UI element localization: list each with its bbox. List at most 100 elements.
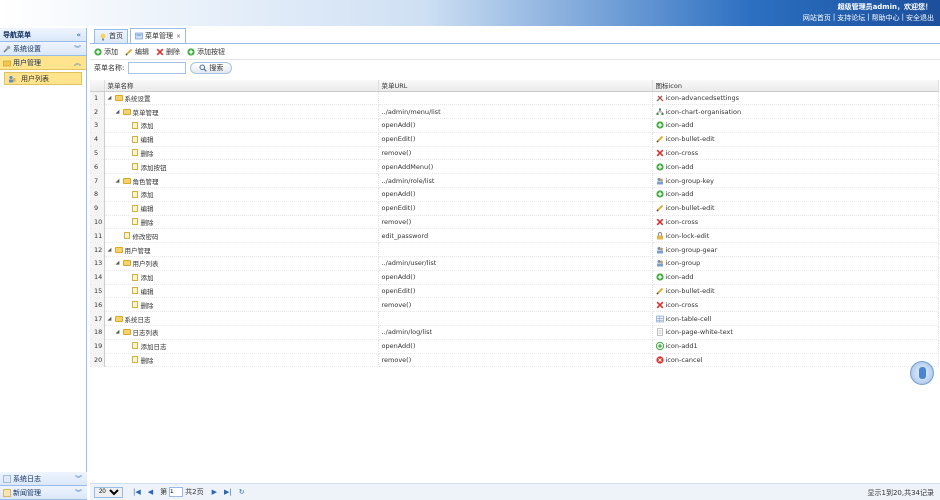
menu-name-cell[interactable]: ◢ 角色管理 (104, 173, 379, 189)
menu-name-cell[interactable]: 编辑 (104, 201, 379, 216)
menu-icon-cell[interactable]: icon-add (652, 187, 939, 202)
menu-icon-cell[interactable]: icon-group-key (652, 173, 939, 189)
table-row[interactable]: 12 ◢ 用户管理 icon-group-gear (90, 242, 939, 258)
first-page-icon[interactable]: |◀ (133, 488, 141, 496)
edit-button[interactable]: 编辑 (125, 47, 149, 57)
menu-name-cell[interactable]: 添加 (104, 118, 379, 133)
delete-button[interactable]: 删除 (156, 47, 180, 57)
table-row[interactable]: 9 编辑 openEdit() icon-bullet-edit (90, 201, 939, 216)
menu-url-cell[interactable]: openAdd() (378, 187, 653, 202)
table-row[interactable]: 11 修改密码 edit_password icon-lock-edit (90, 228, 939, 244)
menu-name-cell[interactable]: ◢ 系统日志 (104, 311, 379, 327)
menu-name-cell[interactable]: 删除 (104, 215, 379, 230)
table-row[interactable]: 2 ◢ 菜单管理 ../admin/menu/list icon-chart-organ… (90, 104, 939, 120)
menu-icon-cell[interactable]: icon-cross (652, 297, 939, 313)
prev-page-icon[interactable]: ◀ (148, 488, 153, 496)
menu-url-cell[interactable] (378, 91, 653, 106)
menu-icon-cell[interactable]: icon-advancedsettings (652, 91, 939, 106)
table-row[interactable]: 20 删除 remove() icon-cancel (90, 353, 939, 368)
menu-url-cell[interactable]: remove() (378, 215, 653, 230)
menu-url-cell[interactable]: remove() (378, 353, 653, 368)
sidebar-item-system-settings[interactable]: 系统设置 ︾ (0, 42, 86, 56)
menu-name-cell[interactable]: 删除 (104, 297, 379, 313)
table-row[interactable]: 16 删除 remove() icon-cross (90, 297, 939, 313)
table-row[interactable]: 18 ◢ 日志列表 ../admin/log/list icon-page-white-… (90, 325, 939, 340)
next-page-icon[interactable]: ▶ (212, 488, 217, 496)
search-button[interactable]: 搜索 (190, 62, 233, 74)
menu-name-input[interactable] (128, 62, 187, 74)
menu-url-cell[interactable]: openAdd() (378, 118, 653, 133)
menu-url-cell[interactable]: remove() (378, 297, 653, 313)
menu-url-cell[interactable]: ../admin/menu/list (378, 104, 653, 120)
menu-name-cell[interactable]: 添加 (104, 270, 379, 285)
expand-arrow-icon[interactable]: ◢ (108, 247, 115, 253)
collapse-icon[interactable]: « (76, 28, 81, 42)
last-page-icon[interactable]: ▶| (224, 488, 232, 496)
page-number-input[interactable] (169, 487, 184, 497)
menu-icon-cell[interactable]: icon-bullet-edit (652, 284, 939, 299)
menu-icon-cell[interactable]: icon-bullet-edit (652, 201, 939, 216)
table-row[interactable]: 5 删除 remove() icon-cross (90, 146, 939, 161)
menu-icon-cell[interactable]: icon-cross (652, 146, 939, 161)
tab-home[interactable]: 首页 (94, 29, 128, 43)
menu-icon-cell[interactable]: icon-lock-edit (652, 228, 939, 244)
menu-name-cell[interactable]: 添加 (104, 187, 379, 202)
menu-name-cell[interactable]: 删除 (104, 353, 379, 368)
menu-icon-cell[interactable]: icon-table-cell (652, 311, 939, 327)
sidebar-subitem-user-list[interactable]: 用户列表 (4, 72, 82, 85)
column-header-icon[interactable]: 图标icon (652, 80, 939, 92)
floating-helper-button[interactable] (910, 361, 934, 385)
column-header-url[interactable]: 菜单URL (378, 80, 653, 92)
menu-url-cell[interactable]: ../admin/log/list (378, 325, 653, 340)
menu-icon-cell[interactable]: icon-chart-organisation (652, 104, 939, 120)
menu-icon-cell[interactable]: icon-bullet-edit (652, 132, 939, 147)
menu-icon-cell[interactable]: icon-group-gear (652, 242, 939, 258)
menu-url-cell[interactable]: openEdit() (378, 201, 653, 216)
expand-arrow-icon[interactable]: ◢ (116, 109, 123, 115)
menu-icon-cell[interactable]: icon-cancel (652, 353, 939, 368)
menu-url-cell[interactable]: remove() (378, 146, 653, 161)
table-row[interactable]: 10 删除 remove() icon-cross (90, 215, 939, 230)
menu-url-cell[interactable]: openAdd() (378, 270, 653, 285)
table-row[interactable]: 13 ◢ 用户列表 ../admin/user/list icon-group (90, 256, 939, 271)
sidebar-item-system-log[interactable]: 系统日志 ︾ (0, 472, 87, 486)
add-menu-button[interactable]: 添加按钮 (187, 47, 225, 57)
menu-name-cell[interactable]: ◢ 菜单管理 (104, 104, 379, 120)
menu-name-cell[interactable]: 修改密码 (104, 228, 379, 244)
menu-name-cell[interactable]: ◢ 用户管理 (104, 242, 379, 258)
menu-name-cell[interactable]: 添加日志 (104, 339, 379, 354)
menu-name-cell[interactable]: 添加按钮 (104, 159, 379, 175)
menu-icon-cell[interactable]: icon-add (652, 118, 939, 133)
menu-icon-cell[interactable]: icon-cross (652, 215, 939, 230)
menu-url-cell[interactable] (378, 311, 653, 327)
refresh-icon[interactable]: ↻ (239, 488, 245, 496)
column-header-name[interactable]: 菜单名称 (104, 80, 379, 92)
table-row[interactable]: 15 编辑 openEdit() icon-bullet-edit (90, 284, 939, 299)
menu-url-cell[interactable]: ../admin/user/list (378, 256, 653, 271)
menu-url-cell[interactable]: openEdit() (378, 284, 653, 299)
menu-name-cell[interactable]: ◢ 日志列表 (104, 325, 379, 340)
expand-arrow-icon[interactable]: ◢ (108, 316, 115, 322)
menu-name-cell[interactable]: 删除 (104, 146, 379, 161)
menu-url-cell[interactable] (378, 242, 653, 258)
table-row[interactable]: 1 ◢ 系统设置 icon-advancedsettings (90, 91, 939, 106)
expand-arrow-icon[interactable]: ◢ (108, 95, 115, 101)
page-size-select[interactable]: 20 (94, 486, 123, 498)
tab-menu-management[interactable]: 菜单管理 × (130, 28, 187, 43)
close-icon[interactable]: × (176, 30, 181, 43)
table-row[interactable]: 4 编辑 openEdit() icon-bullet-edit (90, 132, 939, 147)
add-button[interactable]: 添加 (94, 47, 118, 57)
menu-icon-cell[interactable]: icon-page-white-text (652, 325, 939, 340)
menu-url-cell[interactable]: openAdd() (378, 339, 653, 354)
expand-arrow-icon[interactable]: ◢ (116, 178, 123, 184)
top-link[interactable]: 网站首页 (803, 13, 831, 23)
menu-name-cell[interactable]: 编辑 (104, 284, 379, 299)
expand-arrow-icon[interactable]: ◢ (116, 260, 123, 266)
sidebar-item-user-management[interactable]: 用户管理 ︽ (0, 56, 86, 70)
table-row[interactable]: 17 ◢ 系统日志 icon-table-cell (90, 311, 939, 327)
top-link[interactable]: 支持论坛 (837, 13, 865, 23)
table-row[interactable]: 8 添加 openAdd() icon-add (90, 187, 939, 202)
menu-url-cell[interactable]: openAddMenu() (378, 159, 653, 175)
menu-icon-cell[interactable]: icon-add (652, 159, 939, 175)
table-row[interactable]: 14 添加 openAdd() icon-add (90, 270, 939, 285)
